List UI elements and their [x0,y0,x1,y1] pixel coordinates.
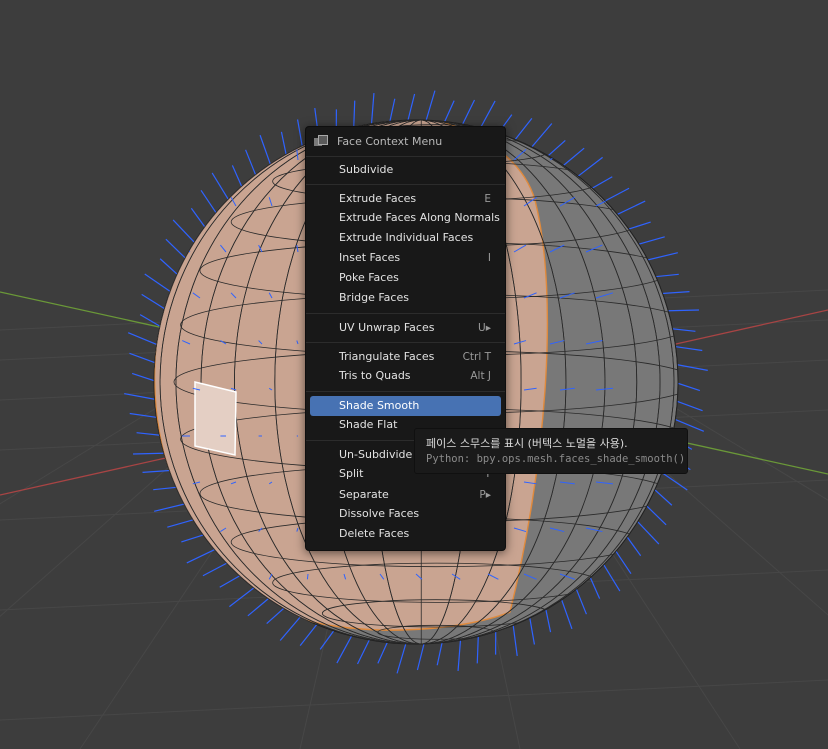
active-face [194,381,237,456]
menu-item-separate[interactable]: Separate P▸ [310,485,501,505]
menu-item-label: Extrude Faces Along Normals [339,211,500,224]
menu-title: Face Context Menu [314,131,442,151]
menu-item-label: Un-Subdivide [339,448,413,461]
menu-item-label: Delete Faces [339,527,410,540]
menu-separator [306,313,505,314]
menu-item-label: Poke Faces [339,271,399,284]
menu-item-poke-faces[interactable]: Poke Faces [310,268,501,288]
menu-item-label: Shade Smooth [339,399,420,412]
menu-separator [306,184,505,185]
menu-item-label: Separate [339,488,389,501]
menu-item-label: Split [339,467,364,480]
menu-item-tris-to-quads[interactable]: Tris to Quads Alt J [310,366,501,386]
menu-separator [306,156,505,157]
menu-item-label: Dissolve Faces [339,507,420,520]
menu-item-dissolve-faces[interactable]: Dissolve Faces [310,504,501,524]
menu-item-shortcut: P▸ [479,489,491,501]
tooltip: 페이스 스무스를 표시 (버텍스 노멀을 사용). Python: bpy.op… [414,428,688,474]
menu-item-shortcut: I [487,252,491,264]
menu-item-triangulate-faces[interactable]: Triangulate Faces Ctrl T [310,347,501,367]
menu-item-delete-faces[interactable]: Delete Faces [310,524,501,544]
menu-item-label: Subdivide [339,163,394,176]
menu-item-subdivide[interactable]: Subdivide [310,160,501,180]
menu-item-extrude-individual-faces[interactable]: Extrude Individual Faces [310,228,501,248]
tooltip-description: 페이스 스무스를 표시 (버텍스 노멀을 사용). [426,437,628,450]
tooltip-python: Python: bpy.ops.mesh.faces_shade_smooth(… [426,453,686,465]
menu-item-shortcut: Ctrl T [462,351,491,363]
menu-item-label: Bridge Faces [339,291,409,304]
menu-item-label: Inset Faces [339,251,401,264]
menu-item-inset-faces[interactable]: Inset Faces I [310,248,501,268]
menu-item-extrude-faces-along-normals[interactable]: Extrude Faces Along Normals [310,208,501,228]
menu-separator [306,342,505,343]
menu-item-extrude-faces[interactable]: Extrude Faces E [310,189,501,209]
menu-item-label: Shade Flat [339,418,398,431]
menu-item-bridge-faces[interactable]: Bridge Faces [310,288,501,308]
menu-title-label: Face Context Menu [337,134,443,148]
menu-item-shade-smooth[interactable]: Shade Smooth [310,396,501,416]
menu-item-shortcut: Alt J [470,370,491,382]
menu-item-label: Triangulate Faces [339,350,435,363]
menu-item-label: Tris to Quads [339,369,411,382]
face-select-mode-icon [314,135,328,147]
menu-item-shortcut: U▸ [478,322,491,334]
menu-item-label: Extrude Faces [339,192,417,205]
menu-item-uv-unwrap-faces[interactable]: UV Unwrap Faces U▸ [310,318,501,338]
face-context-menu[interactable]: Face Context Menu Subdivide Extrude Face… [305,126,506,551]
menu-separator [306,391,505,392]
menu-item-label: UV Unwrap Faces [339,321,435,334]
menu-item-label: Extrude Individual Faces [339,231,474,244]
menu-item-shortcut: E [484,193,491,205]
